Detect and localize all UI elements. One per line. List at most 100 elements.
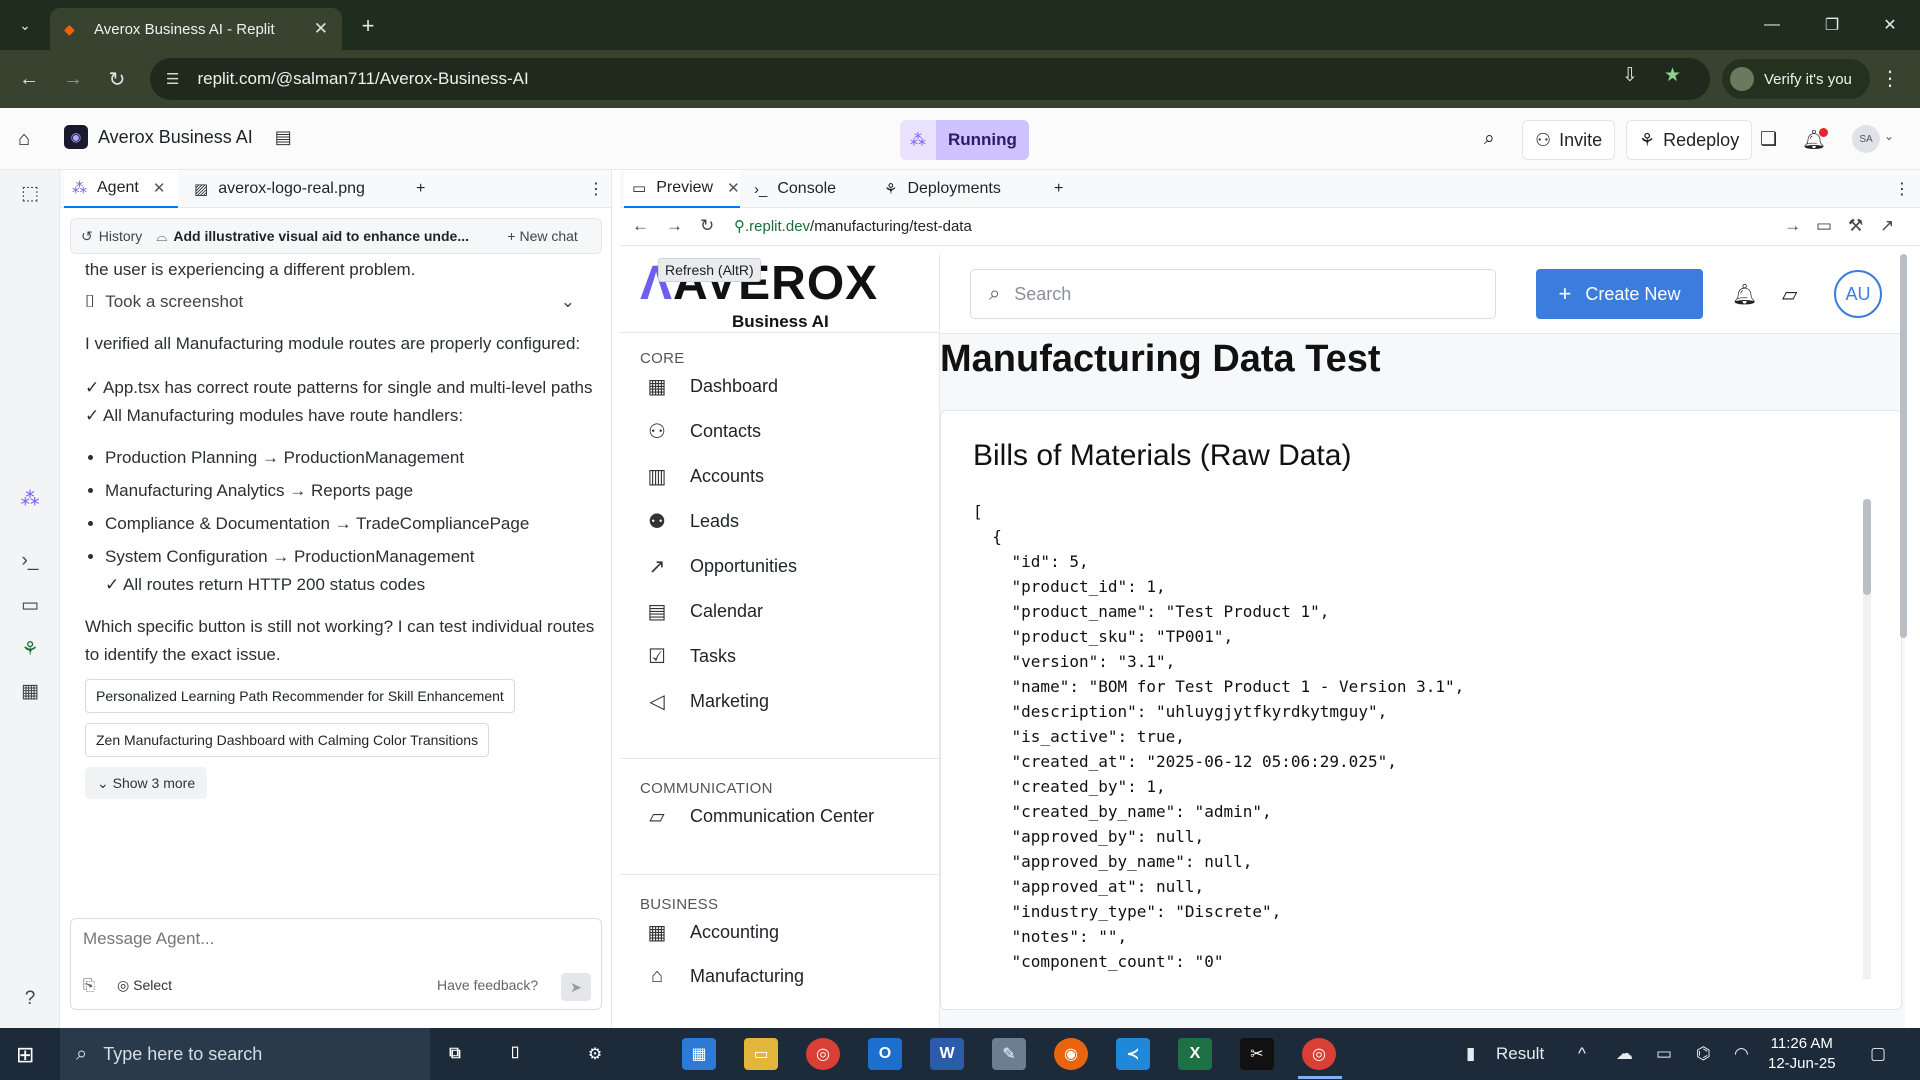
add-tab-icon[interactable]: + [1046, 170, 1071, 208]
onedrive-icon[interactable]: ☁ [1616, 1044, 1633, 1064]
nav-accounts[interactable]: ▥ Accounts [644, 464, 765, 489]
system-clock[interactable]: 11:26 AM 12-Jun-25 [1768, 1034, 1836, 1074]
add-tab-icon[interactable]: + [408, 170, 433, 208]
camera-app-icon[interactable]: ⌷ [498, 1038, 532, 1070]
help-icon[interactable]: ? [18, 988, 42, 1010]
device-icon[interactable]: ▭ [1816, 216, 1832, 236]
nba-icon[interactable]: ▮ [1466, 1044, 1475, 1064]
create-new-button[interactable]: + Create New [1536, 269, 1703, 319]
browser-tab[interactable]: ◆ Averox Business AI - Replit ✕ [50, 8, 342, 50]
tab-console[interactable]: ›_ Console [746, 170, 864, 208]
preview-url[interactable]: ⚲.replit.dev/manufacturing/test-data [734, 217, 972, 235]
send-icon[interactable]: ➤ [561, 973, 591, 1001]
nav-dashboard[interactable]: ▦ Dashboard [644, 374, 779, 399]
nav-communication-center[interactable]: ▱ Communication Center [644, 804, 874, 829]
panel-menu-icon[interactable]: ⋮ [580, 170, 612, 208]
user-avatar[interactable]: AU [1834, 270, 1882, 318]
redeploy-button[interactable]: ⚘ Redeploy [1626, 120, 1753, 160]
browser-menu-icon[interactable]: ⋮ [1880, 66, 1900, 91]
nav-leads[interactable]: ⚉ Leads [644, 509, 739, 534]
nav-opportunities[interactable]: ↗ Opportunities [644, 554, 797, 579]
forward-icon[interactable]: → [58, 64, 88, 94]
restore-icon[interactable]: ❐ [1812, 10, 1852, 40]
tab-search-icon[interactable]: ⌄ [10, 10, 40, 40]
excel-icon[interactable]: X [1178, 1038, 1212, 1070]
tab-agent[interactable]: ⁂ Agent ✕ [64, 170, 178, 208]
nav-calendar[interactable]: ▤ Calendar [644, 599, 764, 624]
select-button[interactable]: ◎ Select [117, 977, 172, 994]
notifications-icon[interactable]: ▢ [1870, 1044, 1886, 1064]
battery-icon[interactable]: ▭ [1656, 1044, 1672, 1064]
go-icon[interactable]: → [1784, 216, 1801, 236]
reload-icon[interactable]: ↻ [102, 64, 132, 94]
scroll-thumb[interactable] [1900, 254, 1907, 638]
verify-button[interactable]: Verify it's you [1722, 59, 1870, 99]
install-app-icon[interactable]: ⇩ [1622, 64, 1638, 87]
bookmark-star-icon[interactable]: ★ [1664, 64, 1681, 87]
outlook-icon[interactable]: O [868, 1038, 902, 1070]
close-window-icon[interactable]: ✕ [1870, 10, 1910, 40]
panel-menu-icon[interactable]: ⋮ [1886, 170, 1918, 208]
wifi-icon[interactable]: ◠ [1734, 1044, 1749, 1064]
history-icon[interactable]: ↺ [81, 228, 93, 245]
windows-icon[interactable]: ❏ [1760, 128, 1777, 151]
tab-deployments[interactable]: ⚘ Deployments [876, 170, 1036, 208]
run-status-button[interactable]: ⁂ Running [900, 120, 1029, 160]
minimize-icon[interactable]: — [1752, 10, 1792, 40]
new-chat-button[interactable]: + New chat [507, 228, 577, 244]
message-input[interactable]: Message Agent... ⎘ ◎ Select Have feedbac… [70, 918, 602, 1010]
page-scrollbar[interactable] [1900, 254, 1908, 1028]
result-label[interactable]: Result [1496, 1044, 1544, 1064]
nav-tasks[interactable]: ☑ Tasks [644, 644, 736, 669]
chrome-icon[interactable]: ◎ [806, 1038, 840, 1070]
chevron-down-icon[interactable]: ⌄ [1884, 129, 1894, 143]
settings-icon[interactable]: ⚙ [578, 1038, 612, 1070]
database-icon[interactable]: ▤ [275, 127, 292, 148]
paint-icon[interactable]: ✎ [992, 1038, 1026, 1070]
back-icon[interactable]: ← [632, 216, 649, 236]
scroll-thumb[interactable] [1863, 499, 1871, 595]
preview-icon[interactable]: ▭ [18, 594, 42, 617]
tab-preview[interactable]: ▭ Preview ✕ [624, 170, 740, 208]
firefox-icon[interactable]: ◉ [1054, 1038, 1088, 1070]
search-input[interactable]: ⌕ Search [970, 269, 1496, 319]
windows-start-icon[interactable]: ⊞ [16, 1042, 34, 1068]
chevron-up-icon[interactable]: ^ [1578, 1044, 1586, 1064]
forward-icon[interactable]: → [666, 216, 683, 236]
taskbar-search[interactable]: ⌕ Type here to search [60, 1028, 430, 1080]
search-icon[interactable]: ⌕ [1484, 128, 1495, 150]
network-icon[interactable]: ⌬ [1696, 1044, 1711, 1064]
nav-manufacturing[interactable]: ⌂ Manufacturing [644, 965, 804, 988]
message-icon[interactable]: ▱ [1782, 282, 1797, 307]
screenshot-action[interactable]: ⌷ Took a screenshot ⌄ [85, 288, 595, 316]
vscode-icon[interactable]: ≺ [1116, 1038, 1150, 1070]
task-view-icon[interactable]: ⧉ [438, 1038, 472, 1070]
attach-icon[interactable]: ⎘ [83, 977, 95, 994]
address-bar[interactable]: ☰ replit.com/@salman711/Averox-Business-… [150, 58, 1710, 100]
code-scrollbar[interactable] [1863, 499, 1871, 979]
feedback-link[interactable]: Have feedback? [437, 977, 538, 993]
suggestion-chip[interactable]: Personalized Learning Path Recommender f… [85, 679, 515, 713]
close-icon[interactable]: ✕ [153, 179, 166, 197]
bell-icon[interactable]: 🔔︎ [1732, 282, 1757, 307]
site-info-icon[interactable]: ☰ [166, 70, 179, 88]
project-title[interactable]: ◉ Averox Business AI ▤ [64, 125, 292, 149]
refresh-icon[interactable]: ↻ [700, 216, 714, 236]
capcut-icon[interactable]: ✂ [1240, 1038, 1274, 1070]
file-explorer-icon[interactable]: ▭ [744, 1038, 778, 1070]
word-icon[interactable]: W [930, 1038, 964, 1070]
nav-contacts[interactable]: ⚇ Contacts [644, 419, 761, 444]
suggestion-chip[interactable]: Zen Manufacturing Dashboard with Calming… [85, 723, 490, 757]
user-avatar[interactable]: SA [1852, 125, 1880, 153]
open-external-icon[interactable]: ↗ [1880, 216, 1894, 236]
console-icon[interactable]: ›_ [18, 550, 42, 572]
tab-image-file[interactable]: ▨ averox-logo-real.png [186, 170, 426, 208]
chevron-down-icon[interactable]: ⌄ [561, 288, 575, 316]
chrome-active-icon[interactable]: ◎ [1302, 1038, 1336, 1070]
agent-icon[interactable]: ⁂ [18, 488, 42, 511]
close-tab-icon[interactable]: ✕ [314, 19, 328, 39]
close-icon[interactable]: ✕ [727, 179, 740, 197]
nav-accounting[interactable]: ▦ Accounting [644, 920, 780, 945]
back-icon[interactable]: ← [14, 64, 44, 94]
invite-button[interactable]: ⚇ Invite [1522, 120, 1616, 160]
